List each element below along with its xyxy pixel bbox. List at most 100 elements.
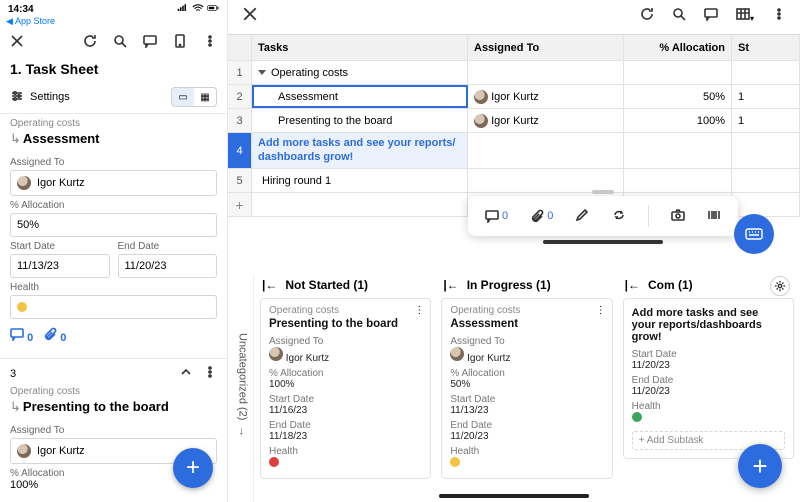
table-row[interactable]: 3 Presenting to the board Igor Kurtz 100… — [228, 109, 800, 133]
keyboard-fab[interactable] — [734, 214, 774, 254]
edit-icon[interactable] — [575, 208, 589, 225]
search-icon[interactable] — [672, 7, 686, 24]
sheet-grid: Tasks Assigned To % Allocation St 1 Oper… — [228, 34, 800, 217]
health-green-icon — [632, 412, 642, 422]
collapse-icon[interactable] — [179, 365, 193, 382]
task-title: ↳Presenting to the board — [10, 397, 217, 421]
avatar — [474, 90, 488, 104]
table-row[interactable]: 5 Hiring round 1 — [228, 169, 800, 193]
home-indicator — [439, 494, 589, 498]
health-yellow-icon — [450, 457, 460, 467]
add-fab[interactable]: + — [173, 448, 213, 488]
home-indicator — [543, 240, 663, 244]
health-yellow-icon — [17, 302, 27, 312]
collapse-column-icon[interactable]: |← — [625, 278, 640, 292]
board-card[interactable]: ⋮ Operating costs Assessment Assigned To… — [441, 298, 612, 479]
more-icon[interactable] — [203, 365, 217, 382]
table-row[interactable]: 1 Operating costs — [228, 61, 800, 85]
phone-panel: 14:34 ◀ App Store 1. Task Sheet Settings… — [0, 0, 228, 502]
task2-header: 3 — [10, 365, 217, 382]
sheet-title: 1. Task Sheet — [0, 57, 227, 83]
attachments-button[interactable]: 0 — [43, 327, 66, 344]
attachments-button[interactable]: 0 — [530, 209, 553, 223]
end-field[interactable]: 11/20/23 — [118, 254, 218, 278]
tablet-panel: ▾ Tasks Assigned To % Allocation St 1 Op… — [228, 0, 800, 502]
board-column-not-started: |←Not Started (1) ⋮ Operating costs Pres… — [260, 274, 431, 502]
collapse-column-icon[interactable]: |← — [443, 278, 458, 292]
search-icon[interactable] — [113, 34, 127, 51]
clock: 14:34 — [8, 4, 34, 15]
col-assigned[interactable]: Assigned To — [468, 35, 624, 60]
view-toggle[interactable]: ▭ ▦ — [171, 87, 217, 107]
start-label: Start Date — [10, 241, 110, 252]
comments-button[interactable]: 0 — [485, 209, 508, 223]
comment-icon[interactable] — [143, 34, 157, 51]
card-more-icon[interactable]: ⋮ — [414, 305, 424, 316]
alloc-label: % Allocation — [10, 200, 217, 211]
close-icon[interactable] — [10, 34, 24, 51]
settings-icon[interactable] — [10, 89, 24, 106]
camera-icon[interactable] — [671, 208, 685, 225]
drag-handle-icon[interactable] — [592, 190, 614, 194]
table-row[interactable]: 2 Assessment Igor Kurtz 50% 1 — [228, 85, 800, 109]
card-more-icon[interactable]: ⋮ — [596, 305, 606, 316]
assigned-label: Assigned To — [10, 425, 217, 436]
health-label: Health — [10, 282, 217, 293]
floating-toolbar[interactable]: 0 0 — [468, 196, 738, 236]
col-status[interactable]: St — [732, 35, 800, 60]
collapse-column-icon[interactable]: |← — [262, 278, 277, 292]
card-view-icon[interactable]: ▭ — [172, 88, 194, 106]
avatar — [17, 176, 31, 190]
board-column-in-progress: |← In Progress (1) ⋮ Operating costs Asse… — [441, 274, 612, 502]
phone-toolbar — [0, 27, 227, 57]
more-icon[interactable] — [203, 34, 217, 51]
assigned-field[interactable]: Igor Kurtz — [10, 170, 217, 196]
avatar — [474, 114, 488, 128]
task-title: ↳Assessment — [10, 129, 217, 153]
status-indicators — [177, 3, 219, 16]
board-card[interactable]: ⋮ Operating costs Presenting to the boar… — [260, 298, 431, 479]
column-title: In Progress (1) — [467, 278, 551, 292]
group-label: Operating costs — [10, 382, 217, 397]
alloc-field[interactable]: 50% — [10, 213, 217, 237]
avatar — [450, 347, 464, 361]
avatar — [17, 444, 31, 458]
gear-icon[interactable] — [770, 276, 790, 296]
uncategorized-label[interactable]: Uncategorized (2) → — [232, 274, 254, 502]
add-fab[interactable]: + — [738, 444, 782, 488]
arrow-down-icon: → — [237, 426, 249, 437]
barcode-icon[interactable] — [707, 208, 721, 225]
close-icon[interactable] — [242, 6, 258, 25]
comments-button[interactable]: 0 — [10, 327, 33, 344]
detail-scroll: Operating costs ↳Assessment Assigned To … — [0, 114, 227, 502]
comment-icon[interactable] — [704, 7, 718, 24]
table-icon[interactable]: ▾ — [736, 7, 754, 24]
board-card[interactable]: Add more tasks and see your reports/dash… — [623, 298, 794, 459]
board: Uncategorized (2) → |←Not Started (1) ⋮ … — [228, 268, 800, 502]
group-label: Operating costs — [10, 114, 217, 129]
column-title: Com (1) — [648, 278, 693, 292]
table-row[interactable]: 4 Add more tasks and see your reports/ d… — [228, 133, 800, 169]
task2-index: 3 — [10, 368, 16, 380]
back-to-appstore[interactable]: ◀ App Store — [0, 16, 227, 27]
settings-label[interactable]: Settings — [30, 91, 70, 103]
sync-icon[interactable] — [612, 208, 626, 225]
assigned-label: Assigned To — [10, 157, 217, 168]
tablet-toolbar: ▾ — [228, 0, 800, 30]
grid-view-icon[interactable]: ▦ — [194, 88, 216, 106]
health-field[interactable] — [10, 295, 217, 319]
col-tasks[interactable]: Tasks — [252, 35, 468, 60]
health-red-icon — [269, 457, 279, 467]
device-icon[interactable] — [173, 34, 187, 51]
col-alloc[interactable]: % Allocation — [624, 35, 732, 60]
refresh-icon[interactable] — [83, 34, 97, 51]
settings-row: Settings ▭ ▦ — [0, 83, 227, 114]
more-icon[interactable] — [772, 7, 786, 24]
header-row: Tasks Assigned To % Allocation St — [228, 35, 800, 61]
end-label: End Date — [118, 241, 218, 252]
collapse-icon[interactable] — [258, 70, 266, 75]
refresh-icon[interactable] — [640, 7, 654, 24]
avatar — [269, 347, 283, 361]
meta-icons: 0 0 — [10, 319, 217, 354]
start-field[interactable]: 11/13/23 — [10, 254, 110, 278]
